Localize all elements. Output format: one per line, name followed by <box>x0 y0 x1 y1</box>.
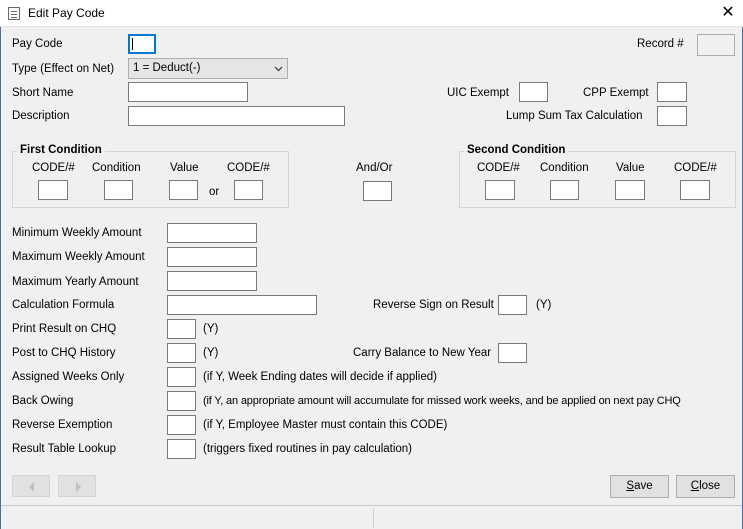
reverse-sign-hint: (Y) <box>536 299 552 311</box>
back-owing-label: Back Owing <box>12 395 74 407</box>
close-button[interactable]: Close <box>676 475 735 498</box>
status-bar <box>1 505 742 529</box>
save-button[interactable]: Save <box>610 475 669 498</box>
lump-sum-label: Lump Sum Tax Calculation <box>506 110 643 122</box>
short-name-label: Short Name <box>12 87 74 99</box>
carry-balance-label: Carry Balance to New Year <box>353 347 492 359</box>
second-code2-input[interactable] <box>680 180 710 200</box>
description-label: Description <box>12 110 70 122</box>
prev-record-button[interactable] <box>12 475 50 497</box>
pay-code-input[interactable] <box>128 34 156 54</box>
record-number-field <box>697 34 735 56</box>
first-condition-input[interactable] <box>104 180 133 200</box>
uic-exempt-label: UIC Exempt <box>447 87 509 99</box>
first-value-input[interactable] <box>169 180 198 200</box>
post-history-label: Post to CHQ History <box>12 347 116 359</box>
post-history-input[interactable] <box>167 343 196 363</box>
second-value-label: Value <box>616 162 645 174</box>
second-code2-label: CODE/# <box>674 162 717 174</box>
first-code1-label: CODE/# <box>32 162 75 174</box>
print-chq-hint: (Y) <box>203 323 219 335</box>
max-weekly-input[interactable] <box>167 247 257 267</box>
title-bar: Edit Pay Code ✕ <box>0 0 743 27</box>
back-owing-input[interactable] <box>167 391 196 411</box>
record-label: Record # <box>637 38 684 50</box>
reverse-sign-label: Reverse Sign on Result <box>373 299 494 311</box>
first-code2-label: CODE/# <box>227 162 270 174</box>
app-icon <box>8 7 20 20</box>
second-condition-input[interactable] <box>550 180 579 200</box>
close-label-accel: C <box>690 480 700 492</box>
first-value-label: Value <box>170 162 199 174</box>
status-divider <box>373 508 374 528</box>
second-condition-title: Second Condition <box>464 144 569 156</box>
carry-balance-input[interactable] <box>498 343 527 363</box>
reverse-sign-input[interactable] <box>498 295 527 315</box>
close-icon[interactable]: ✕ <box>717 2 739 24</box>
close-label-rest: lose <box>699 480 721 492</box>
cpp-exempt-label: CPP Exempt <box>583 87 649 99</box>
uic-exempt-input[interactable] <box>519 82 548 102</box>
min-weekly-label: Minimum Weekly Amount <box>12 227 142 239</box>
window-title: Edit Pay Code <box>28 6 105 20</box>
and-or-label: And/Or <box>356 162 393 174</box>
cpp-exempt-input[interactable] <box>657 82 687 102</box>
second-code1-input[interactable] <box>485 180 515 200</box>
short-name-input[interactable] <box>128 82 248 102</box>
lump-sum-input[interactable] <box>657 106 687 126</box>
first-code1-input[interactable] <box>38 180 68 200</box>
save-label-accel: S <box>626 480 635 492</box>
type-select[interactable]: 1 = Deduct(-) <box>128 58 288 79</box>
second-value-input[interactable] <box>615 180 645 200</box>
max-yearly-input[interactable] <box>167 271 257 291</box>
first-code2-input[interactable] <box>234 180 263 200</box>
description-input[interactable] <box>128 106 345 126</box>
type-label: Type (Effect on Net) <box>12 63 115 75</box>
result-table-input[interactable] <box>167 439 196 459</box>
post-history-hint: (Y) <box>203 347 219 359</box>
save-label-rest: ave <box>634 480 653 492</box>
max-weekly-label: Maximum Weekly Amount <box>12 251 145 263</box>
next-arrow-icon <box>76 482 81 492</box>
assigned-weeks-input[interactable] <box>167 367 196 387</box>
or-label: or <box>209 186 220 198</box>
print-chq-input[interactable] <box>167 319 196 339</box>
first-condition-title: First Condition <box>17 144 105 156</box>
reverse-exemption-input[interactable] <box>167 415 196 435</box>
min-weekly-input[interactable] <box>167 223 257 243</box>
and-or-input[interactable] <box>363 181 392 201</box>
text-caret <box>132 38 133 50</box>
reverse-exemption-label: Reverse Exemption <box>12 419 113 431</box>
result-table-hint: (triggers fixed routines in pay calculat… <box>203 443 413 455</box>
second-condition-label: Condition <box>540 162 589 174</box>
pay-code-label: Pay Code <box>12 38 63 50</box>
assigned-weeks-label: Assigned Weeks Only <box>12 371 125 383</box>
chevron-down-icon <box>274 66 283 72</box>
formula-label: Calculation Formula <box>12 299 115 311</box>
window-border-left <box>0 27 1 529</box>
second-code1-label: CODE/# <box>477 162 520 174</box>
formula-input[interactable] <box>167 295 317 315</box>
result-table-label: Result Table Lookup <box>12 443 116 455</box>
prev-arrow-icon <box>29 482 34 492</box>
back-owing-hint: (if Y, an appropriate amount will accumu… <box>203 395 681 407</box>
max-yearly-label: Maximum Yearly Amount <box>12 276 139 288</box>
print-chq-label: Print Result on CHQ <box>12 323 117 335</box>
first-condition-label: Condition <box>92 162 141 174</box>
next-record-button[interactable] <box>58 475 96 497</box>
type-select-value: 1 = Deduct(-) <box>133 62 201 74</box>
assigned-weeks-hint: (if Y, Week Ending dates will decide if … <box>203 371 437 383</box>
reverse-exemption-hint: (if Y, Employee Master must contain this… <box>203 419 448 431</box>
